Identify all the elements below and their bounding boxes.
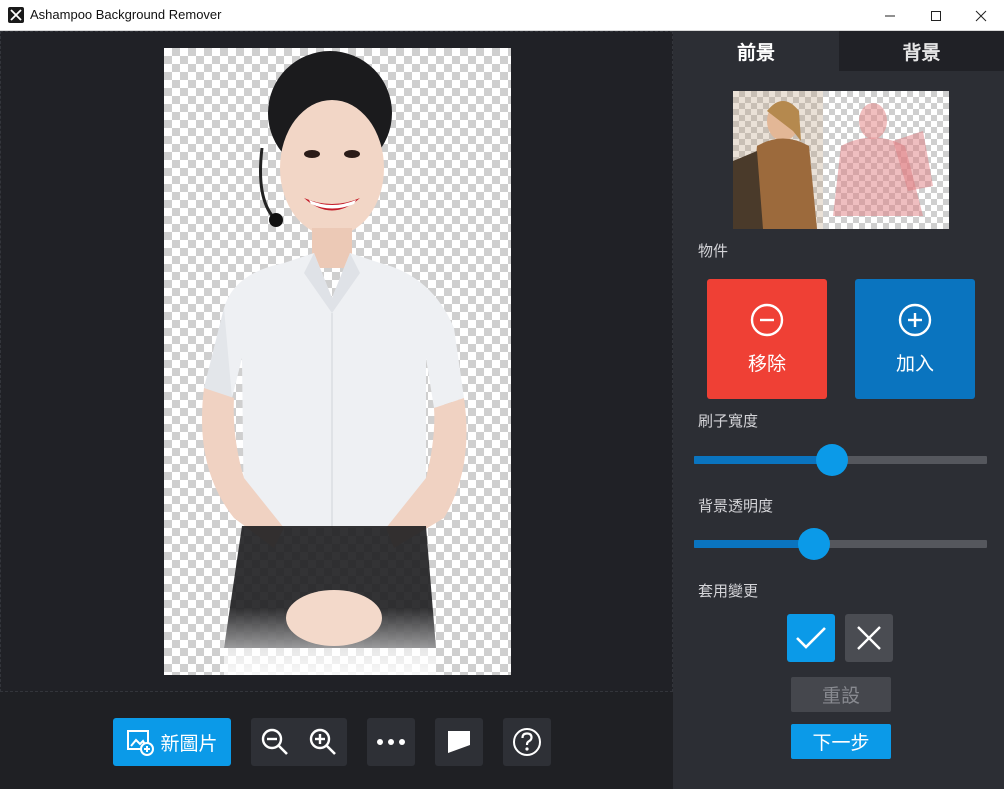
help-icon	[513, 728, 541, 756]
apply-changes-label: 套用變更	[698, 582, 759, 600]
plus-circle-icon	[898, 303, 932, 336]
compare-button[interactable]	[435, 718, 483, 766]
new-image-button[interactable]: 新圖片	[113, 718, 231, 766]
minimize-button[interactable]	[867, 0, 913, 31]
tab-background-label: 背景	[902, 41, 941, 64]
check-icon	[796, 627, 826, 649]
minus-circle-icon	[750, 303, 784, 336]
new-image-icon	[127, 730, 155, 756]
brush-width-slider[interactable]	[694, 444, 987, 476]
remove-label: 移除	[747, 352, 786, 375]
discard-button[interactable]	[845, 614, 893, 662]
maximize-icon	[931, 10, 941, 21]
slider-fill	[694, 540, 815, 548]
edited-image[interactable]	[164, 48, 511, 675]
tab-foreground[interactable]: 前景	[673, 31, 839, 71]
canvas-area[interactable]	[0, 31, 673, 692]
new-image-label: 新圖片	[160, 732, 218, 755]
close-button[interactable]	[958, 0, 1004, 31]
x-icon	[857, 626, 881, 650]
window-title: Ashampoo Background Remover	[30, 7, 222, 22]
person-cutout	[202, 51, 467, 675]
add-label: 加入	[895, 352, 934, 375]
zoom-out-icon	[261, 728, 288, 755]
add-button[interactable]: 加入	[855, 279, 975, 399]
maximize-button[interactable]	[913, 0, 959, 31]
brush-width-label: 刷子寬度	[698, 412, 759, 430]
zoom-controls	[251, 718, 347, 766]
side-panel: 前景 背景 物件 移除 加入 刷子寬度 背景透明度 套用變更 重設 下一步	[673, 31, 1004, 789]
background-opacity-slider[interactable]	[694, 528, 987, 560]
zoom-in-icon	[309, 728, 336, 755]
reset-button[interactable]: 重設	[791, 677, 891, 712]
objects-label: 物件	[698, 242, 729, 260]
slider-thumb[interactable]	[815, 444, 848, 476]
tab-background[interactable]: 背景	[839, 31, 1004, 71]
slider-thumb[interactable]	[798, 528, 831, 560]
more-icon	[377, 739, 405, 745]
slider-fill	[694, 456, 832, 464]
example-preview-image	[733, 91, 949, 229]
close-icon	[975, 10, 987, 21]
help-button[interactable]	[503, 718, 551, 766]
minimize-icon	[885, 15, 895, 16]
tab-foreground-label: 前景	[736, 41, 775, 64]
title-bar: Ashampoo Background Remover	[0, 0, 1004, 31]
background-opacity-label: 背景透明度	[698, 497, 774, 515]
remove-button[interactable]: 移除	[707, 279, 827, 399]
more-button[interactable]	[367, 718, 415, 766]
next-step-button[interactable]: 下一步	[791, 724, 891, 759]
zoom-in-button[interactable]	[299, 727, 347, 757]
apply-button[interactable]	[787, 614, 835, 662]
app-logo-icon	[8, 7, 24, 23]
compare-icon	[448, 731, 470, 753]
zoom-out-button[interactable]	[251, 727, 299, 757]
bottom-toolbar: 新圖片	[0, 692, 673, 789]
